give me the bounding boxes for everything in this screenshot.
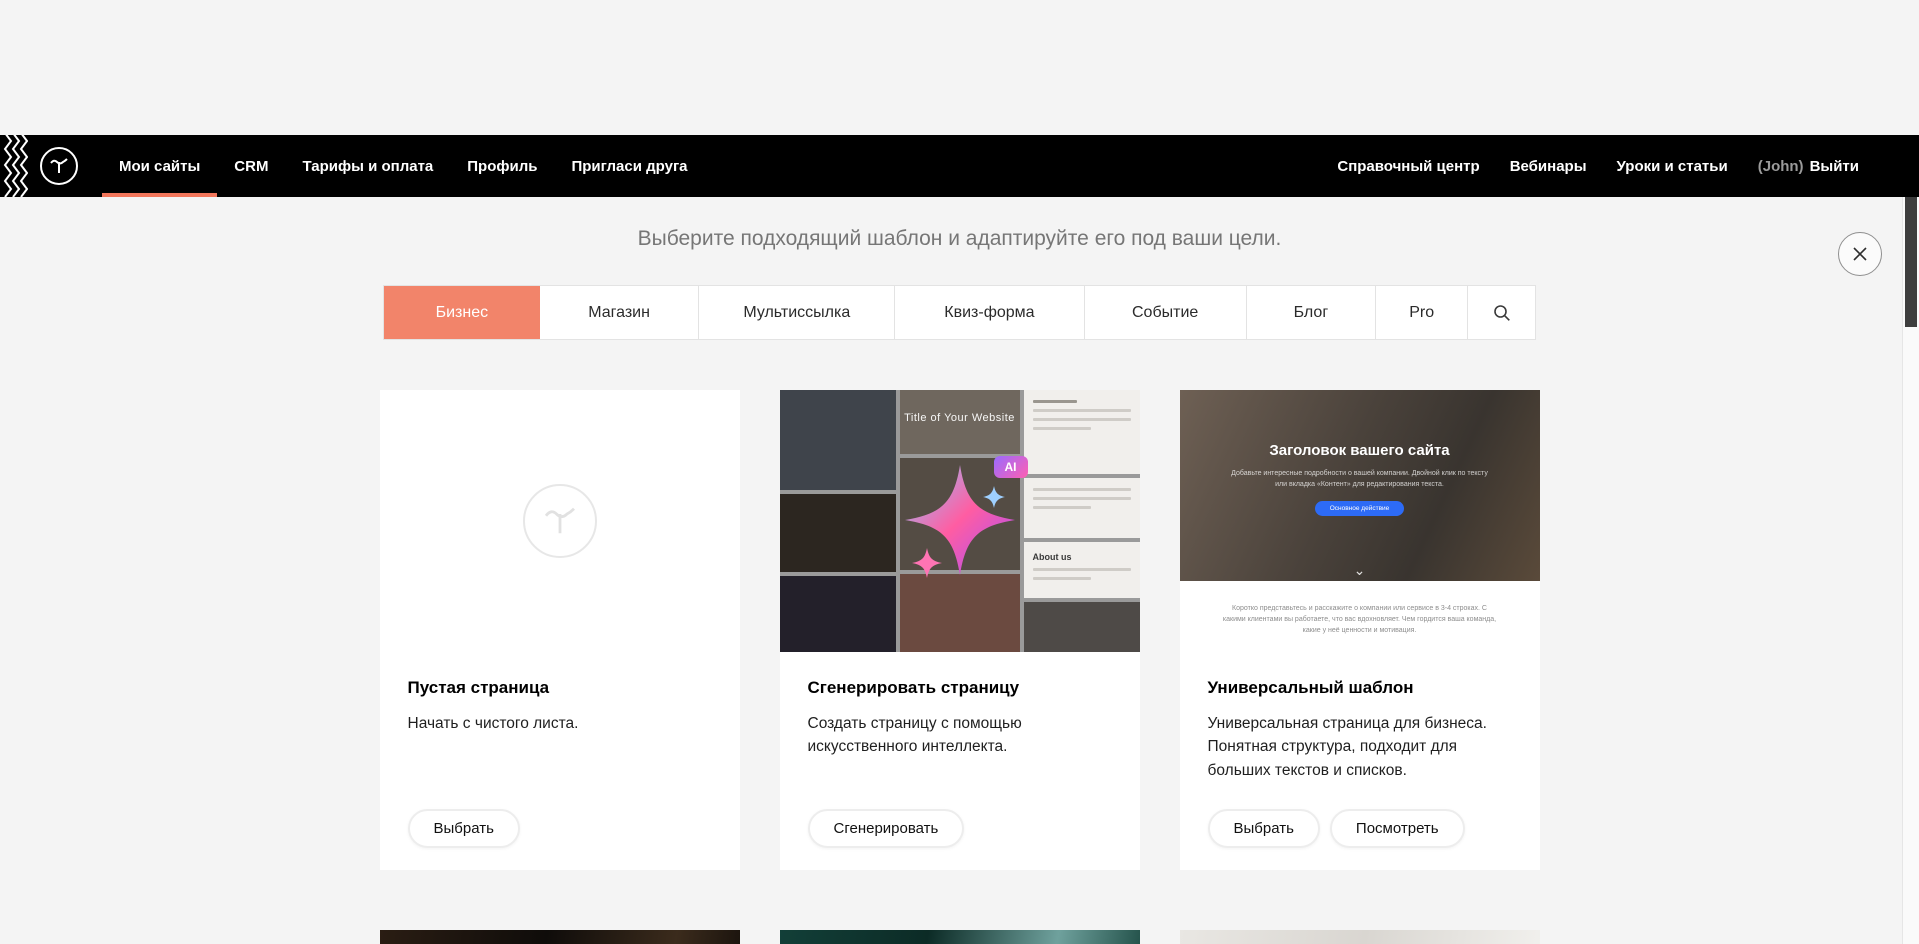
- search-icon: [1493, 304, 1511, 322]
- preview-body-section: Коротко представьтесь и расскажите о ком…: [1180, 581, 1540, 652]
- scrollbar-thumb[interactable]: [1905, 197, 1917, 327]
- text-placeholder: [1024, 390, 1140, 474]
- ai-badge: AI: [994, 456, 1028, 478]
- preview-cta-button: Основное действие: [1315, 501, 1405, 516]
- card-title: Сгенерировать страницу: [808, 678, 1112, 698]
- card-description: Начать с чистого листа.: [408, 712, 712, 735]
- nav-item-help-center[interactable]: Справочный центр: [1322, 135, 1494, 197]
- close-button[interactable]: [1838, 232, 1882, 276]
- template-card-partial: [380, 930, 740, 944]
- blank-page-preview: [380, 390, 740, 652]
- tab-multilink[interactable]: Мультиссылка: [699, 286, 895, 339]
- tab-event[interactable]: Событие: [1085, 286, 1247, 339]
- template-card-partial: [780, 930, 1140, 944]
- tilda-logo-icon: [47, 154, 71, 178]
- template-category-tabs: Бизнес Магазин Мультиссылка Квиз-форма С…: [383, 285, 1536, 340]
- universal-template-preview: Заголовок вашего сайта Добавьте интересн…: [1180, 390, 1540, 652]
- about-us-placeholder: About us: [1024, 542, 1140, 598]
- tab-blog[interactable]: Блог: [1247, 286, 1377, 339]
- nav-item-crm[interactable]: CRM: [217, 135, 285, 197]
- nav-item-my-sites[interactable]: Мои сайты: [102, 135, 217, 197]
- nav-item-pricing[interactable]: Тарифы и оплата: [285, 135, 450, 197]
- ai-generate-preview: About us Title of Your Website: [780, 390, 1140, 652]
- template-card-ai-generate: About us Title of Your Website: [780, 390, 1140, 870]
- card-title: Пустая страница: [408, 678, 712, 698]
- tilda-watermark-icon: [523, 484, 597, 558]
- card-title: Универсальный шаблон: [1208, 678, 1512, 698]
- choose-universal-button[interactable]: Выбрать: [1208, 809, 1320, 848]
- preview-universal-button[interactable]: Посмотреть: [1330, 809, 1465, 848]
- tilda-logo[interactable]: [40, 147, 78, 185]
- tab-quiz-form[interactable]: Квиз-форма: [895, 286, 1085, 339]
- logout-label: Выйти: [1810, 158, 1859, 175]
- preview-body-text: Коротко представьтесь и расскажите о ком…: [1223, 603, 1497, 637]
- text-placeholder: [1024, 478, 1140, 538]
- template-card-universal: Заголовок вашего сайта Добавьте интересн…: [1180, 390, 1540, 870]
- nav-item-profile[interactable]: Профиль: [450, 135, 554, 197]
- chevron-down-icon: ⌄: [1180, 563, 1540, 577]
- photo-collage: About us: [780, 390, 1140, 652]
- preview-hero: Заголовок вашего сайта Добавьте интересн…: [1180, 390, 1540, 581]
- tab-pro[interactable]: Pro: [1376, 286, 1468, 339]
- top-navbar: Мои сайты CRM Тарифы и оплата Профиль Пр…: [0, 135, 1919, 197]
- vertical-scrollbar[interactable]: ▼: [1902, 197, 1919, 944]
- card-description: Универсальная страница для бизнеса. Поня…: [1208, 712, 1512, 782]
- templates-row-partial: [380, 930, 1540, 944]
- about-us-label: About us: [1033, 552, 1131, 562]
- templates-grid: Пустая страница Начать с чистого листа. …: [380, 390, 1540, 944]
- page-subtitle: Выберите подходящий шаблон и адаптируйте…: [0, 227, 1919, 251]
- tab-business[interactable]: Бизнес: [384, 286, 540, 339]
- card-description: Создать страницу с помощью искусственног…: [808, 712, 1112, 759]
- choose-blank-button[interactable]: Выбрать: [408, 809, 520, 848]
- preview-hero-subtitle: Добавьте интересные подробности о вашей …: [1230, 468, 1489, 490]
- tab-store[interactable]: Магазин: [540, 286, 700, 339]
- secondary-nav: Справочный центр Вебинары Уроки и статьи…: [1322, 135, 1919, 197]
- nav-item-invite-friend[interactable]: Пригласи друга: [554, 135, 704, 197]
- primary-nav: Мои сайты CRM Тарифы и оплата Профиль Пр…: [102, 135, 705, 197]
- preview-hero-title: Заголовок вашего сайта: [1269, 442, 1449, 459]
- generate-button[interactable]: Сгенерировать: [808, 809, 965, 848]
- zigzag-pattern: [0, 135, 28, 197]
- close-icon: [1852, 246, 1868, 262]
- template-card-blank: Пустая страница Начать с чистого листа. …: [380, 390, 740, 870]
- template-card-partial: [1180, 930, 1540, 944]
- user-name: (John): [1758, 158, 1804, 175]
- nav-item-logout[interactable]: (John) Выйти: [1743, 135, 1874, 197]
- nav-item-webinars[interactable]: Вебинары: [1495, 135, 1602, 197]
- nav-item-lessons[interactable]: Уроки и статьи: [1602, 135, 1743, 197]
- search-tab[interactable]: [1468, 286, 1535, 339]
- preview-site-title: Title of Your Website: [780, 412, 1140, 424]
